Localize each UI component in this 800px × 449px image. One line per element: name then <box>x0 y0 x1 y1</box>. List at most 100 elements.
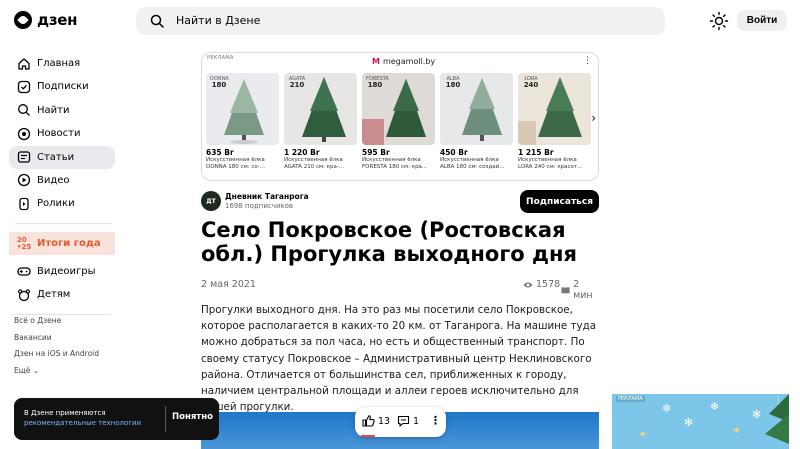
ad-label: РЕКЛАМА <box>207 55 234 61</box>
star-icon: ✦ <box>732 424 742 437</box>
channel-row: ДТ Дневник Таганрога 1698 подписчиков По… <box>201 190 599 214</box>
sidebar-item-kids[interactable]: Детям <box>9 283 115 306</box>
sidebar: Главная Подписки Найти Новости Статьи Ви… <box>9 52 115 323</box>
product-price: 1 215 Br <box>518 148 554 157</box>
side-ad-banner[interactable]: РЕКЛАМА ❄ ✻ ❄ ✦ ✻ ✦ ⋮ <box>612 394 789 449</box>
dzen-logo-icon <box>14 11 32 29</box>
more-icon[interactable]: ⋮ <box>430 414 441 427</box>
sidebar-item-label: Найти <box>37 104 70 116</box>
views-count: 1578 <box>523 279 560 290</box>
like-button[interactable]: 13 <box>362 415 390 427</box>
footer-link-vacancies[interactable]: Вакансии <box>14 332 99 349</box>
reactions-bar: 13 1 ⋮ <box>355 407 446 437</box>
sidebar-item-subscriptions[interactable]: Подписки <box>9 75 115 98</box>
footer-link-more[interactable]: Ещё ⌄ <box>14 365 99 382</box>
comments-button[interactable]: 1 <box>397 415 419 427</box>
sidebar-item-videogames[interactable]: Видеоигры <box>9 260 115 283</box>
logo-text: дзен <box>37 11 78 29</box>
article-title: Село Покровское (Ростовская обл.) Прогул… <box>201 218 577 266</box>
footer-link-about[interactable]: Всё о Дзене <box>14 315 99 332</box>
footer-more-label: Ещё <box>14 365 31 375</box>
side-ad-label: РЕКЛАМА <box>616 396 645 402</box>
dzen-logo[interactable]: дзен <box>14 11 77 29</box>
shorts-icon <box>19 197 29 210</box>
sidebar-item-label: Видео <box>37 174 70 186</box>
search-input[interactable]: Найти в Дзене <box>176 14 260 27</box>
sidebar-item-shorts[interactable]: Ролики <box>9 192 115 215</box>
likes-count: 13 <box>378 415 391 427</box>
channel-avatar[interactable]: ДТ <box>201 191 221 211</box>
megamoll-logo-icon: M <box>372 57 380 66</box>
product-price: 635 Br <box>206 148 234 157</box>
subscriptions-icon <box>17 80 31 94</box>
search-icon <box>150 14 164 28</box>
ad-item[interactable]: AGATA 210 1 220 Br Искусственная ёлка AGA… <box>284 73 357 177</box>
sidebar-item-year-results[interactable]: 20 •25 Итоги года <box>9 232 115 256</box>
channel-subscribers: 1698 подписчиков <box>225 202 294 210</box>
side-ad-more-icon[interactable]: ⋮ <box>774 396 783 406</box>
sun-icon[interactable] <box>709 11 729 31</box>
sidebar-item-search[interactable]: Найти <box>9 99 115 122</box>
footer-link-apps[interactable]: Дзен на iOS и Android <box>14 348 99 365</box>
fir-tree-image <box>462 78 502 141</box>
cookie-banner: В Дзене применяются рекомендательные тех… <box>14 398 219 440</box>
cookie-text: В Дзене применяются рекомендательные тех… <box>24 408 164 428</box>
sidebar-item-label: Статьи <box>37 151 75 163</box>
login-button[interactable]: Войти <box>737 10 787 31</box>
fir-tree-image <box>518 77 582 145</box>
channel-name[interactable]: Дневник Таганрога <box>225 192 309 201</box>
product-image: AGATA 210 <box>284 73 357 145</box>
subscribe-button[interactable]: Подписаться <box>520 190 599 213</box>
top-header: дзен Найти в Дзене Войти <box>0 0 800 42</box>
comments-count: 1 <box>413 415 420 427</box>
sidebar-item-label: Детям <box>37 289 71 301</box>
read-time-value: 2 мин <box>573 279 593 301</box>
sidebar-item-label: Главная <box>37 58 81 69</box>
product-desc: AGATA 210 см: кра-... <box>284 164 345 170</box>
sidebar-item-video[interactable]: Видео <box>9 169 115 192</box>
thumbs-up-icon <box>362 415 375 427</box>
year-badge-icon: 20 •25 <box>17 236 32 251</box>
home-icon <box>18 57 30 70</box>
comment-icon <box>397 415 410 427</box>
ad-item[interactable]: DONNA 180 635 Br Искусственная ёлка DONNA… <box>206 73 279 177</box>
cookie-accept-button[interactable]: Понятно <box>172 412 213 422</box>
news-icon <box>17 127 31 140</box>
product-image: DONNA 180 <box>206 73 279 145</box>
ad-item[interactable]: FORESTA 180 595 Br Искусственная ёлка FOR… <box>362 73 435 177</box>
ad-carousel[interactable]: РЕКЛАМА M megamoll.by ⋮ DONNA 180 635 Br … <box>201 52 599 181</box>
ad-more-icon[interactable]: ⋮ <box>583 56 592 66</box>
sidebar-item-articles[interactable]: Статьи <box>9 145 115 169</box>
snowflake-icon: ❄ <box>662 402 672 415</box>
product-price: 1 220 Br <box>284 148 320 157</box>
chevron-right-icon[interactable]: › <box>591 111 596 125</box>
article-date: 2 мая 2021 <box>201 279 256 290</box>
product-desc: Искусственная ёлка <box>518 157 577 163</box>
product-image: LORA 240 <box>518 73 591 145</box>
sidebar-item-label: Итоги года <box>37 238 101 250</box>
cookie-link[interactable]: рекомендательные технологии <box>24 418 164 428</box>
year-badge-bottom: •25 <box>17 242 32 251</box>
sidebar-item-label: Видеоигры <box>37 265 96 277</box>
sidebar-item-label: Новости <box>37 128 81 140</box>
read-time: 2 мин <box>561 279 599 301</box>
ad-brand[interactable]: M megamoll.by <box>372 57 435 66</box>
star-icon: ✦ <box>638 428 648 441</box>
product-desc: LORA 240 см: красот... <box>518 164 583 170</box>
fir-tree-image <box>362 79 426 145</box>
ad-item[interactable]: LORA 240 1 215 Br Искусственная ёлка LORA… <box>518 73 591 177</box>
article-meta: 2 мая 2021 1578 2 мин <box>201 279 599 301</box>
ad-item[interactable]: ALBA 180 450 Br Искусственная ёлка ALBA 1… <box>440 73 513 177</box>
product-desc: FORESTA 180 см: кра... <box>362 164 428 170</box>
kids-icon <box>18 288 30 301</box>
sidebar-item-news[interactable]: Новости <box>9 122 115 145</box>
views-value: 1578 <box>536 279 561 290</box>
article-body: Прогулки выходного дня. На это раз мы по… <box>201 304 597 414</box>
snowflake-icon: ❄ <box>710 400 720 413</box>
book-icon <box>561 286 570 294</box>
sidebar-divider <box>15 223 111 225</box>
ad-items: DONNA 180 635 Br Искусственная ёлка DONNA… <box>206 73 598 177</box>
product-image: ALBA 180 <box>440 73 513 145</box>
sidebar-item-home[interactable]: Главная <box>9 52 115 75</box>
search-bar[interactable]: Найти в Дзене <box>136 7 665 35</box>
